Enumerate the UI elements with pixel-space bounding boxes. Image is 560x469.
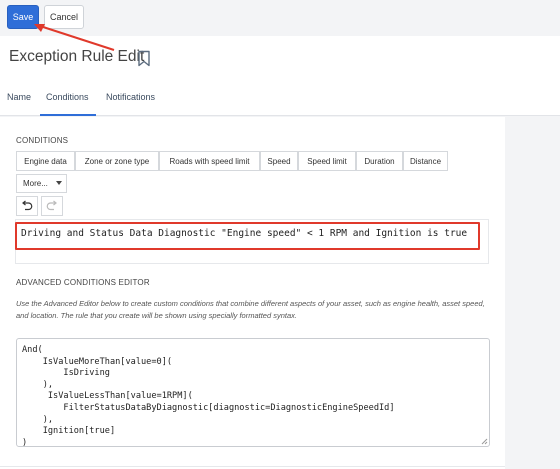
tab-notifications[interactable]: Notifications <box>106 92 155 102</box>
condition-speed-button[interactable]: Speed <box>260 151 298 171</box>
conditions-section-label: CONDITIONS <box>16 136 69 145</box>
page-title: Exception Rule Edit <box>9 48 145 65</box>
code-line: IsValueMoreThan[value=0]( <box>22 356 173 367</box>
right-gutter <box>505 117 560 469</box>
code-line: IsValueLessThan[value=1RPM]( <box>22 391 193 402</box>
advanced-code[interactable]: And( IsValueMoreThan[value=0]( IsDriving… <box>22 345 395 449</box>
cancel-button[interactable]: Cancel <box>44 5 84 29</box>
condition-engine-data-button[interactable]: Engine data <box>16 151 75 171</box>
undo-button[interactable] <box>16 196 38 216</box>
more-label: More... <box>23 179 48 188</box>
code-line: FilterStatusDataByDiagnostic[diagnostic=… <box>22 402 395 413</box>
caret-down-icon <box>56 181 62 185</box>
code-line: ), <box>22 379 54 390</box>
code-line: IsDriving <box>22 368 110 379</box>
save-button[interactable]: Save <box>7 5 39 29</box>
resize-handle-icon[interactable] <box>480 437 488 445</box>
code-line: ) <box>22 437 28 448</box>
code-line: Ignition[true] <box>22 426 116 437</box>
redo-button[interactable] <box>41 196 63 216</box>
divider <box>0 466 505 467</box>
code-line: ), <box>22 414 54 425</box>
advanced-description: Use the Advanced Editor below to create … <box>16 299 485 320</box>
tab-name[interactable]: Name <box>7 92 31 102</box>
condition-zone-button[interactable]: Zone or zone type <box>75 151 159 171</box>
bookmark-icon[interactable] <box>137 50 151 67</box>
highlight-box <box>15 222 480 250</box>
active-tab-indicator <box>40 114 96 116</box>
advanced-section-label: ADVANCED CONDITIONS EDITOR <box>16 278 150 287</box>
condition-speed-limit-button[interactable]: Speed limit <box>298 151 356 171</box>
redo-icon <box>46 200 57 211</box>
page: Save Cancel Exception Rule Edit Name Con… <box>0 0 560 469</box>
condition-distance-button[interactable]: Distance <box>403 151 448 171</box>
condition-duration-button[interactable]: Duration <box>356 151 403 171</box>
code-line: And( <box>22 345 43 355</box>
condition-roads-speed-limit-button[interactable]: Roads with speed limit <box>159 151 260 171</box>
toolbar <box>0 0 560 36</box>
undo-icon <box>22 200 33 211</box>
tab-conditions[interactable]: Conditions <box>46 92 89 102</box>
